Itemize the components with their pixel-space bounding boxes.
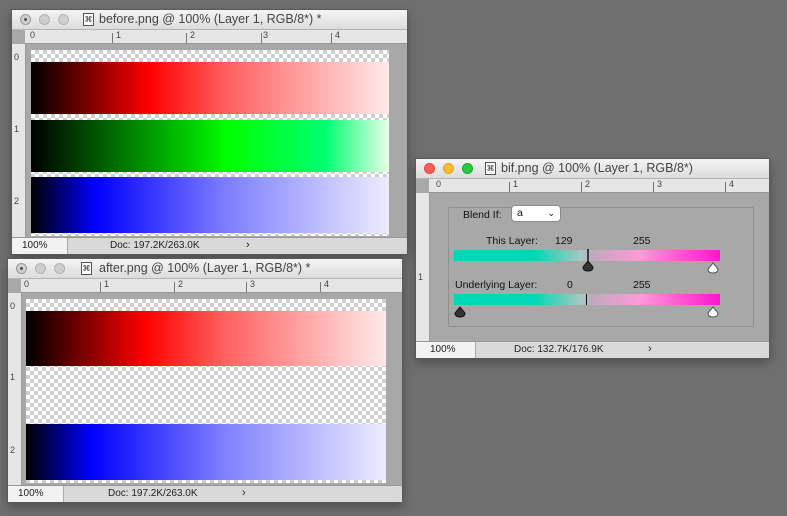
ruler-label: 1	[513, 179, 519, 189]
blend-if-select[interactable]: a ⌄	[511, 205, 561, 222]
document-icon: ⌘	[485, 162, 496, 175]
blend-if-label: Blend If:	[463, 209, 502, 221]
ruler-tick	[725, 182, 726, 192]
this-layer-low-value: 129	[555, 235, 573, 247]
ruler-label: 2	[585, 179, 591, 189]
doc-size: Doc: 132.7K/176.9K	[514, 344, 604, 355]
zoom-button[interactable]	[54, 263, 65, 274]
horizontal-ruler[interactable]: 0 1 2 3 4	[21, 279, 402, 293]
close-button[interactable]	[16, 263, 27, 274]
underlying-layer-slider[interactable]	[454, 294, 720, 305]
transparent-band	[26, 366, 386, 424]
ruler-tick	[100, 282, 101, 292]
underlying-low-value: 0	[567, 279, 573, 291]
ruler-label: 0	[10, 301, 16, 311]
underlying-layer-label: Underlying Layer:	[455, 279, 538, 291]
red-gradient-band	[31, 62, 389, 114]
blue-gradient-band	[31, 177, 389, 233]
ruler-label: 1	[10, 372, 16, 382]
ruler-label: 1	[418, 272, 424, 282]
blend-if-value: a	[517, 207, 523, 219]
ruler-tick	[331, 33, 332, 43]
status-bar: 100% Doc: 132.7K/176.9K ›	[416, 341, 769, 358]
status-bar: 100% Doc: 197.2K/263.0K ›	[12, 237, 407, 254]
blue-gradient-band	[26, 424, 386, 480]
ruler-label: 0	[30, 30, 36, 40]
bif-window[interactable]: ⌘ bif.png @ 100% (Layer 1, RGB/8*) 0 1 2…	[416, 159, 769, 358]
ruler-tick	[246, 282, 247, 292]
ruler-tick	[112, 33, 113, 43]
doc-size: Doc: 197.2K/263.0K	[108, 488, 198, 499]
ruler-label: 1	[116, 30, 122, 40]
slider-divider	[586, 294, 587, 305]
ruler-label: 1	[104, 279, 110, 289]
chevron-down-icon: ⌄	[547, 208, 555, 218]
ruler-tick	[320, 282, 321, 292]
window-title: before.png @ 100% (Layer 1, RGB/8*) *	[99, 12, 322, 26]
ruler-label: 0	[24, 279, 30, 289]
before-window[interactable]: ⌘ before.png @ 100% (Layer 1, RGB/8*) * …	[12, 10, 407, 254]
ruler-label: 2	[10, 445, 16, 455]
ruler-label: 3	[263, 30, 269, 40]
chevron-right-icon[interactable]: ›	[246, 239, 250, 251]
ruler-tick	[653, 182, 654, 192]
ruler-label: 4	[729, 179, 735, 189]
ruler-tick	[509, 182, 510, 192]
before-titlebar[interactable]: ⌘ before.png @ 100% (Layer 1, RGB/8*) *	[12, 10, 407, 30]
vertical-ruler[interactable]: 0 1 2	[12, 44, 26, 237]
chevron-right-icon[interactable]: ›	[648, 343, 652, 355]
chevron-right-icon[interactable]: ›	[242, 487, 246, 499]
zoom-level[interactable]: 100%	[416, 342, 476, 358]
horizontal-ruler[interactable]: 0 1 2 3 4	[429, 179, 769, 193]
after-window[interactable]: ⌘ after.png @ 100% (Layer 1, RGB/8*) * 0…	[8, 259, 402, 502]
image-canvas[interactable]	[31, 50, 389, 236]
after-titlebar[interactable]: ⌘ after.png @ 100% (Layer 1, RGB/8*) *	[8, 259, 402, 279]
zoom-level[interactable]: 100%	[12, 238, 68, 254]
zoom-button[interactable]	[58, 14, 69, 25]
image-canvas[interactable]	[26, 299, 386, 483]
zoom-level[interactable]: 100%	[8, 486, 64, 502]
window-title: bif.png @ 100% (Layer 1, RGB/8*)	[501, 161, 693, 175]
document-icon: ⌘	[83, 13, 94, 26]
underlying-high-value: 255	[633, 279, 651, 291]
ruler-label: 3	[657, 179, 663, 189]
window-title: after.png @ 100% (Layer 1, RGB/8*) *	[99, 261, 311, 275]
zoom-button[interactable]	[462, 163, 473, 174]
this-layer-high-value: 255	[633, 235, 651, 247]
ruler-label: 3	[250, 279, 256, 289]
status-bar: 100% Doc: 197.2K/263.0K ›	[8, 485, 402, 502]
horizontal-ruler[interactable]: 0 1 2 3 4	[25, 30, 407, 44]
minimize-button[interactable]	[35, 263, 46, 274]
ruler-label: 2	[178, 279, 184, 289]
this-layer-label: This Layer:	[486, 235, 538, 247]
ruler-label: 2	[14, 196, 20, 206]
ruler-tick	[186, 33, 187, 43]
close-button[interactable]	[20, 14, 31, 25]
ruler-tick	[174, 282, 175, 292]
this-layer-black-handle[interactable]	[582, 249, 594, 272]
green-gradient-band	[31, 120, 389, 172]
doc-size: Doc: 197.2K/263.0K	[110, 240, 200, 251]
minimize-button[interactable]	[39, 14, 50, 25]
document-icon: ⌘	[81, 262, 92, 275]
minimize-button[interactable]	[443, 163, 454, 174]
ruler-tick	[261, 33, 262, 43]
vertical-ruler[interactable]: 0 1 2	[8, 293, 22, 485]
this-layer-white-handle[interactable]	[707, 261, 719, 274]
underlying-black-handle[interactable]	[454, 305, 466, 318]
ruler-tick	[581, 182, 582, 192]
underlying-white-handle[interactable]	[707, 305, 719, 318]
ruler-label: 0	[436, 179, 442, 189]
ruler-label: 2	[190, 30, 196, 40]
ruler-label: 1	[14, 124, 20, 134]
vertical-ruler[interactable]: 1	[416, 193, 430, 341]
bif-titlebar[interactable]: ⌘ bif.png @ 100% (Layer 1, RGB/8*)	[416, 159, 769, 179]
close-button[interactable]	[424, 163, 435, 174]
ruler-label: 4	[335, 30, 341, 40]
red-gradient-band	[26, 311, 386, 366]
ruler-label: 0	[14, 52, 20, 62]
ruler-label: 4	[324, 279, 330, 289]
